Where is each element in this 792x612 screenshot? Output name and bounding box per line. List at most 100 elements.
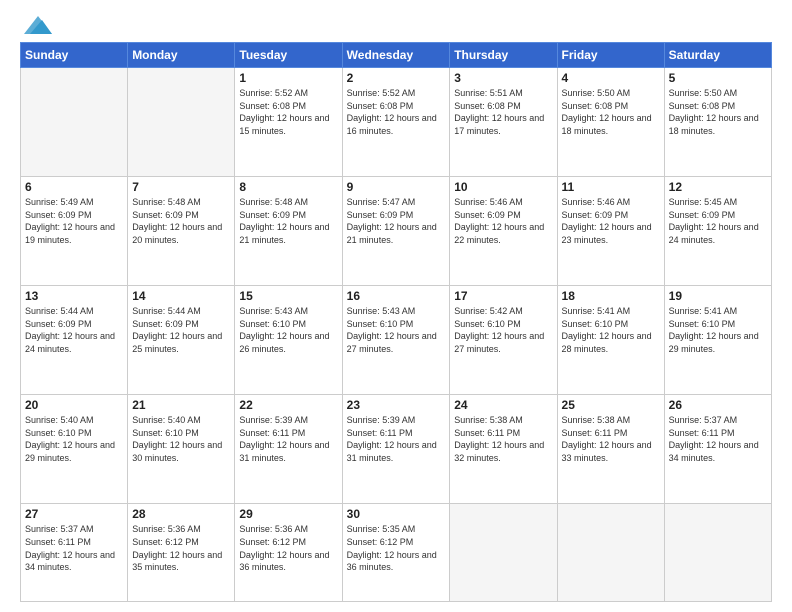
day-number: 20 [25,398,123,412]
day-number: 21 [132,398,230,412]
calendar-cell: 28 Sunrise: 5:36 AMSunset: 6:12 PMDayligh… [128,504,235,602]
calendar-cell [450,504,557,602]
day-info: Sunrise: 5:37 AMSunset: 6:11 PMDaylight:… [25,523,123,573]
day-info: Sunrise: 5:40 AMSunset: 6:10 PMDaylight:… [25,414,123,464]
day-number: 3 [454,71,552,85]
day-info: Sunrise: 5:38 AMSunset: 6:11 PMDaylight:… [562,414,660,464]
day-info: Sunrise: 5:46 AMSunset: 6:09 PMDaylight:… [454,196,552,246]
day-info: Sunrise: 5:36 AMSunset: 6:12 PMDaylight:… [132,523,230,573]
calendar-cell: 2 Sunrise: 5:52 AMSunset: 6:08 PMDaylight… [342,68,450,177]
calendar-cell: 13 Sunrise: 5:44 AMSunset: 6:09 PMDayligh… [21,286,128,395]
th-thursday: Thursday [450,43,557,68]
calendar-cell: 11 Sunrise: 5:46 AMSunset: 6:09 PMDayligh… [557,177,664,286]
day-info: Sunrise: 5:38 AMSunset: 6:11 PMDaylight:… [454,414,552,464]
calendar-cell: 19 Sunrise: 5:41 AMSunset: 6:10 PMDayligh… [664,286,771,395]
day-number: 16 [347,289,446,303]
calendar-cell: 8 Sunrise: 5:48 AMSunset: 6:09 PMDaylight… [235,177,342,286]
day-number: 22 [239,398,337,412]
day-number: 8 [239,180,337,194]
calendar-cell: 4 Sunrise: 5:50 AMSunset: 6:08 PMDaylight… [557,68,664,177]
th-wednesday: Wednesday [342,43,450,68]
day-number: 24 [454,398,552,412]
day-number: 28 [132,507,230,521]
day-number: 14 [132,289,230,303]
logo-icon [24,16,52,34]
calendar-cell: 5 Sunrise: 5:50 AMSunset: 6:08 PMDaylight… [664,68,771,177]
day-info: Sunrise: 5:37 AMSunset: 6:11 PMDaylight:… [669,414,767,464]
calendar-cell: 21 Sunrise: 5:40 AMSunset: 6:10 PMDayligh… [128,395,235,504]
day-number: 5 [669,71,767,85]
day-info: Sunrise: 5:50 AMSunset: 6:08 PMDaylight:… [562,87,660,137]
day-number: 18 [562,289,660,303]
day-info: Sunrise: 5:49 AMSunset: 6:09 PMDaylight:… [25,196,123,246]
th-tuesday: Tuesday [235,43,342,68]
day-number: 29 [239,507,337,521]
header [20,16,772,34]
day-number: 7 [132,180,230,194]
day-info: Sunrise: 5:42 AMSunset: 6:10 PMDaylight:… [454,305,552,355]
day-number: 30 [347,507,446,521]
calendar-cell [557,504,664,602]
calendar-cell: 17 Sunrise: 5:42 AMSunset: 6:10 PMDayligh… [450,286,557,395]
calendar-cell: 7 Sunrise: 5:48 AMSunset: 6:09 PMDaylight… [128,177,235,286]
day-info: Sunrise: 5:36 AMSunset: 6:12 PMDaylight:… [239,523,337,573]
calendar-cell: 22 Sunrise: 5:39 AMSunset: 6:11 PMDayligh… [235,395,342,504]
calendar-cell: 14 Sunrise: 5:44 AMSunset: 6:09 PMDayligh… [128,286,235,395]
calendar-cell: 16Sunrise: 5:43 AMSunset: 6:10 PMDayligh… [342,286,450,395]
day-info: Sunrise: 5:47 AMSunset: 6:09 PMDaylight:… [347,196,446,246]
logo [20,16,52,34]
th-sunday: Sunday [21,43,128,68]
calendar-cell: 18 Sunrise: 5:41 AMSunset: 6:10 PMDayligh… [557,286,664,395]
day-number: 6 [25,180,123,194]
day-number: 10 [454,180,552,194]
calendar-cell: 26 Sunrise: 5:37 AMSunset: 6:11 PMDayligh… [664,395,771,504]
day-info: Sunrise: 5:48 AMSunset: 6:09 PMDaylight:… [132,196,230,246]
day-info: Sunrise: 5:51 AMSunset: 6:08 PMDaylight:… [454,87,552,137]
calendar-cell: 10 Sunrise: 5:46 AMSunset: 6:09 PMDayligh… [450,177,557,286]
day-number: 11 [562,180,660,194]
day-number: 23 [347,398,446,412]
day-info: Sunrise: 5:44 AMSunset: 6:09 PMDaylight:… [132,305,230,355]
day-info: Sunrise: 5:48 AMSunset: 6:09 PMDaylight:… [239,196,337,246]
day-info: Sunrise: 5:39 AMSunset: 6:11 PMDaylight:… [239,414,337,464]
day-number: 13 [25,289,123,303]
calendar-cell [21,68,128,177]
calendar-cell: 29 Sunrise: 5:36 AMSunset: 6:12 PMDayligh… [235,504,342,602]
weekday-header-row: Sunday Monday Tuesday Wednesday Thursday… [21,43,772,68]
day-info: Sunrise: 5:52 AMSunset: 6:08 PMDaylight:… [347,87,446,137]
calendar-cell: 3 Sunrise: 5:51 AMSunset: 6:08 PMDaylight… [450,68,557,177]
day-info: Sunrise: 5:50 AMSunset: 6:08 PMDaylight:… [669,87,767,137]
calendar-cell: 12 Sunrise: 5:45 AMSunset: 6:09 PMDayligh… [664,177,771,286]
day-number: 15 [239,289,337,303]
calendar-cell: 24 Sunrise: 5:38 AMSunset: 6:11 PMDayligh… [450,395,557,504]
day-number: 4 [562,71,660,85]
calendar-cell: 30 Sunrise: 5:35 AMSunset: 6:12 PMDayligh… [342,504,450,602]
day-info: Sunrise: 5:41 AMSunset: 6:10 PMDaylight:… [669,305,767,355]
day-number: 19 [669,289,767,303]
th-monday: Monday [128,43,235,68]
calendar-cell [664,504,771,602]
day-number: 17 [454,289,552,303]
day-number: 9 [347,180,446,194]
day-info: Sunrise: 5:45 AMSunset: 6:09 PMDaylight:… [669,196,767,246]
day-number: 2 [347,71,446,85]
th-saturday: Saturday [664,43,771,68]
day-info: Sunrise: 5:41 AMSunset: 6:10 PMDaylight:… [562,305,660,355]
calendar-cell: 23Sunrise: 5:39 AMSunset: 6:11 PMDayligh… [342,395,450,504]
day-info: Sunrise: 5:52 AMSunset: 6:08 PMDaylight:… [239,87,337,137]
day-info: Sunrise: 5:43 AMSunset: 6:10 PMDaylight:… [239,305,337,355]
calendar-cell: 27 Sunrise: 5:37 AMSunset: 6:11 PMDayligh… [21,504,128,602]
th-friday: Friday [557,43,664,68]
day-number: 26 [669,398,767,412]
calendar-cell: 9 Sunrise: 5:47 AMSunset: 6:09 PMDaylight… [342,177,450,286]
day-info: Sunrise: 5:44 AMSunset: 6:09 PMDaylight:… [25,305,123,355]
calendar-cell: 15 Sunrise: 5:43 AMSunset: 6:10 PMDayligh… [235,286,342,395]
day-number: 12 [669,180,767,194]
day-info: Sunrise: 5:35 AMSunset: 6:12 PMDaylight:… [347,523,446,573]
page: Sunday Monday Tuesday Wednesday Thursday… [0,0,792,612]
calendar-cell [128,68,235,177]
day-number: 27 [25,507,123,521]
day-info: Sunrise: 5:40 AMSunset: 6:10 PMDaylight:… [132,414,230,464]
day-number: 1 [239,71,337,85]
day-info: Sunrise: 5:46 AMSunset: 6:09 PMDaylight:… [562,196,660,246]
